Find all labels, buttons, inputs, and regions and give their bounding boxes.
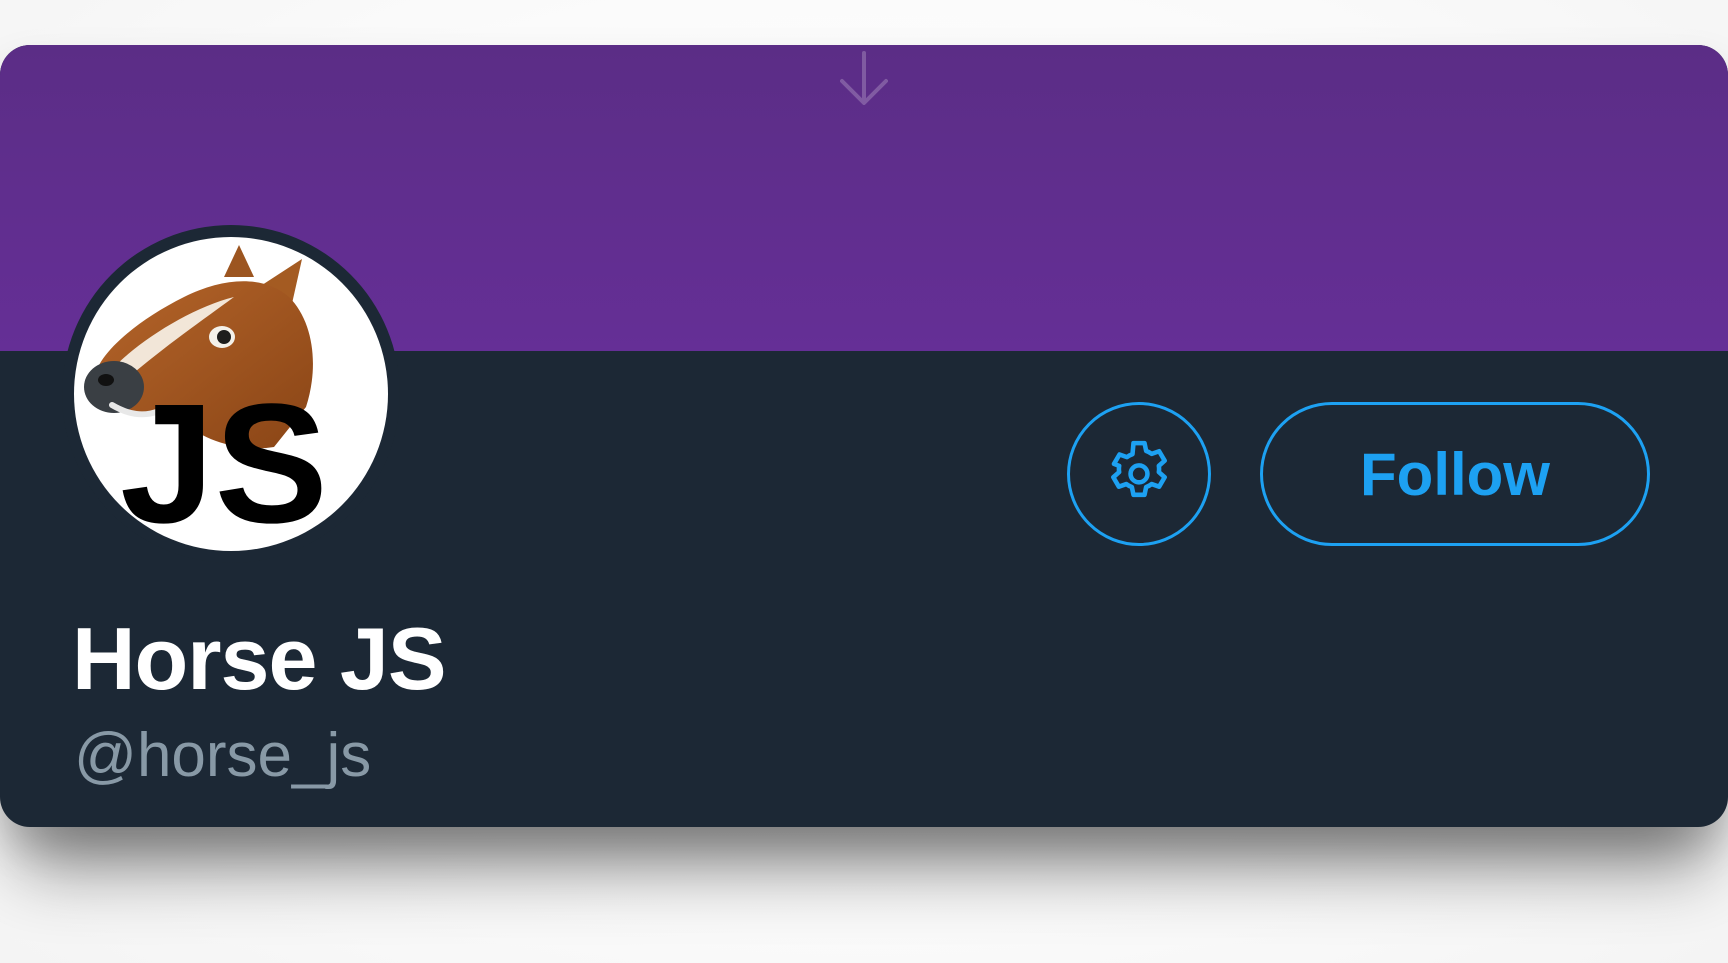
settings-button[interactable] [1067, 402, 1211, 546]
avatar[interactable]: JS [74, 237, 388, 551]
gear-icon [1111, 440, 1167, 498]
horse-head-js-avatar: JS [84, 245, 328, 551]
screenshot-stage: JS Follow Horse JS @horse_js [0, 0, 1728, 963]
profile-handle[interactable]: @horse_js [74, 721, 371, 791]
avatar-js-logo: JS [120, 369, 328, 551]
profile-display-name: Horse JS [72, 609, 447, 708]
arrow-down-icon [840, 51, 888, 105]
follow-button[interactable]: Follow [1260, 402, 1650, 546]
profile-card: JS Follow Horse JS @horse_js [0, 45, 1728, 827]
